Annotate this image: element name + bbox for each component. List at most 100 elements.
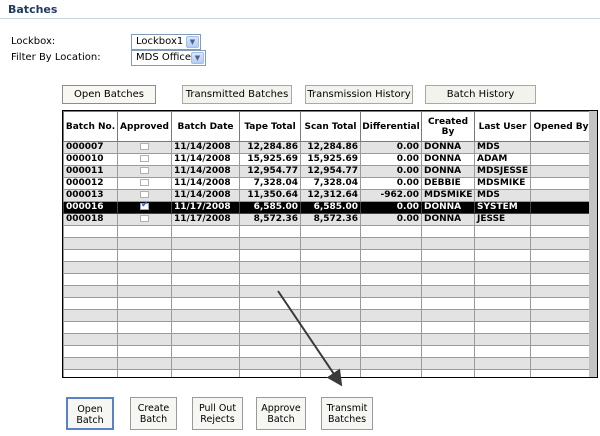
scan-total-cell xyxy=(300,273,361,286)
approved-cell xyxy=(117,165,172,178)
tab-transmission-history[interactable]: Transmission History xyxy=(305,85,413,104)
last-user-cell xyxy=(474,345,531,358)
create-batch-button[interactable]: Create Batch xyxy=(130,397,177,430)
page-title: Batches xyxy=(8,3,58,16)
table-row[interactable]: 000012 11/14/2008 7,328.04 7,328.04 0.00 DEBB… xyxy=(63,177,592,190)
batches-grid[interactable]: Batch No. Approved Batch Date Tape Total… xyxy=(62,110,598,378)
scan-total-cell: 15,925.69 xyxy=(300,153,361,166)
differential-cell xyxy=(360,249,422,262)
table-row[interactable]: 000007 11/14/2008 12,284.86 12,284.86 0.00 DO… xyxy=(63,141,592,154)
approved-checkbox[interactable] xyxy=(140,155,149,162)
title-divider xyxy=(0,18,600,19)
batch-date-cell xyxy=(171,249,240,262)
lockbox-select[interactable]: Lockbox1 ▼ xyxy=(131,34,201,50)
approved-checkbox[interactable] xyxy=(140,179,149,186)
tab-transmitted-batches[interactable]: Transmitted Batches xyxy=(182,85,292,104)
table-row[interactable]: 000010 11/14/2008 15,925.69 15,925.69 0.00 DO… xyxy=(63,153,592,166)
created-by-cell: DEBBIE xyxy=(421,177,475,190)
table-row[interactable]: 00001611/17/20086,585.006,585.000.00DONN… xyxy=(63,201,592,214)
opened-by-cell xyxy=(530,333,592,346)
scan-total-cell xyxy=(300,333,361,346)
empty-table-row[interactable] xyxy=(63,297,592,310)
approve-batch-button-line1: Approve xyxy=(261,403,301,414)
differential-cell: 0.00 xyxy=(360,165,422,178)
open-batch-button[interactable]: Open Batch xyxy=(66,397,114,430)
batch-no-cell: 000007 xyxy=(63,141,118,154)
empty-table-row[interactable] xyxy=(63,321,592,334)
batch-date-cell xyxy=(171,345,240,358)
batch-date-cell xyxy=(171,297,240,310)
chevron-down-icon[interactable]: ▼ xyxy=(186,36,199,48)
column-header-batch-no[interactable]: Batch No. xyxy=(63,111,118,142)
column-header-batch-date[interactable]: Batch Date xyxy=(171,111,240,142)
batch-date-cell xyxy=(171,261,240,274)
last-user-cell: MDSMIKE xyxy=(474,177,531,190)
differential-cell: 0.00 xyxy=(360,213,422,226)
differential-cell xyxy=(360,225,422,238)
created-by-cell xyxy=(421,309,475,322)
opened-by-cell xyxy=(530,309,592,322)
approved-checkbox[interactable] xyxy=(140,143,149,150)
location-select-value: MDS Office xyxy=(136,52,192,63)
tab-batch-history[interactable]: Batch History xyxy=(425,85,536,104)
differential-cell xyxy=(360,357,422,370)
opened-by-cell xyxy=(530,177,592,190)
scan-total-cell: 8,572.36 xyxy=(300,213,361,226)
column-header-last-user[interactable]: Last User xyxy=(474,111,531,142)
approved-checkbox[interactable] xyxy=(140,215,149,222)
scan-total-cell xyxy=(300,345,361,358)
batch-no-cell xyxy=(63,297,118,310)
opened-by-cell xyxy=(530,321,592,334)
created-by-cell: DONNA xyxy=(421,153,475,166)
tape-total-cell xyxy=(239,225,301,238)
batch-date-cell xyxy=(171,321,240,334)
last-user-cell xyxy=(474,309,531,322)
empty-table-row[interactable] xyxy=(63,261,592,274)
empty-table-row[interactable] xyxy=(63,237,592,250)
column-header-approved[interactable]: Approved xyxy=(117,111,172,142)
differential-cell xyxy=(360,273,422,286)
opened-by-cell xyxy=(530,273,592,286)
column-header-opened-by[interactable]: Opened By xyxy=(530,111,592,142)
column-header-differential[interactable]: Differential xyxy=(360,111,422,142)
table-row[interactable]: 000018 11/17/2008 8,572.36 8,572.36 0.00 DONN… xyxy=(63,213,592,226)
batch-date-cell: 11/17/2008 xyxy=(171,213,240,226)
batch-no-cell xyxy=(63,225,118,238)
opened-by-cell xyxy=(530,345,592,358)
column-header-tape-total[interactable]: Tape Total xyxy=(239,111,301,142)
scan-total-cell xyxy=(300,285,361,298)
empty-table-row[interactable] xyxy=(63,273,592,286)
batch-no-cell xyxy=(63,309,118,322)
create-batch-button-line2: Batch xyxy=(139,414,168,425)
created-by-cell xyxy=(421,297,475,310)
empty-table-row[interactable] xyxy=(63,309,592,322)
tape-total-cell xyxy=(239,357,301,370)
tab-open-batches[interactable]: Open Batches xyxy=(62,85,156,104)
empty-table-row[interactable] xyxy=(63,225,592,238)
approved-checkbox[interactable] xyxy=(140,191,149,198)
approved-checkbox[interactable] xyxy=(140,203,149,211)
table-row[interactable]: 000011 11/14/2008 12,954.77 12,954.77 0.00 DO… xyxy=(63,165,592,178)
table-row[interactable]: 000013 11/14/2008 11,350.64 12,312.64 -962.0… xyxy=(63,189,592,202)
empty-table-row[interactable] xyxy=(63,333,592,346)
chevron-down-icon[interactable]: ▼ xyxy=(191,52,204,64)
approved-cell xyxy=(117,261,172,274)
empty-table-row[interactable] xyxy=(63,357,592,370)
empty-table-row[interactable] xyxy=(63,369,592,377)
approved-checkbox[interactable] xyxy=(140,167,149,174)
empty-table-row[interactable] xyxy=(63,345,592,358)
approve-batch-button[interactable]: Approve Batch xyxy=(256,397,306,430)
approved-cell xyxy=(117,273,172,286)
last-user-cell: MDS xyxy=(474,141,531,154)
location-select[interactable]: MDS Office ▼ xyxy=(131,50,206,66)
pull-out-rejects-button[interactable]: Pull Out Rejects xyxy=(192,397,243,430)
approved-cell xyxy=(117,321,172,334)
approved-cell xyxy=(117,369,172,377)
empty-table-row[interactable] xyxy=(63,249,592,262)
last-user-cell: MDSJESSE xyxy=(474,165,531,178)
column-header-scan-total[interactable]: Scan Total xyxy=(300,111,361,142)
empty-table-row[interactable] xyxy=(63,285,592,298)
vertical-scrollbar[interactable] xyxy=(589,111,597,377)
transmit-batches-button[interactable]: Transmit Batches xyxy=(321,397,373,430)
column-header-created-by[interactable]: Created By xyxy=(421,111,475,142)
